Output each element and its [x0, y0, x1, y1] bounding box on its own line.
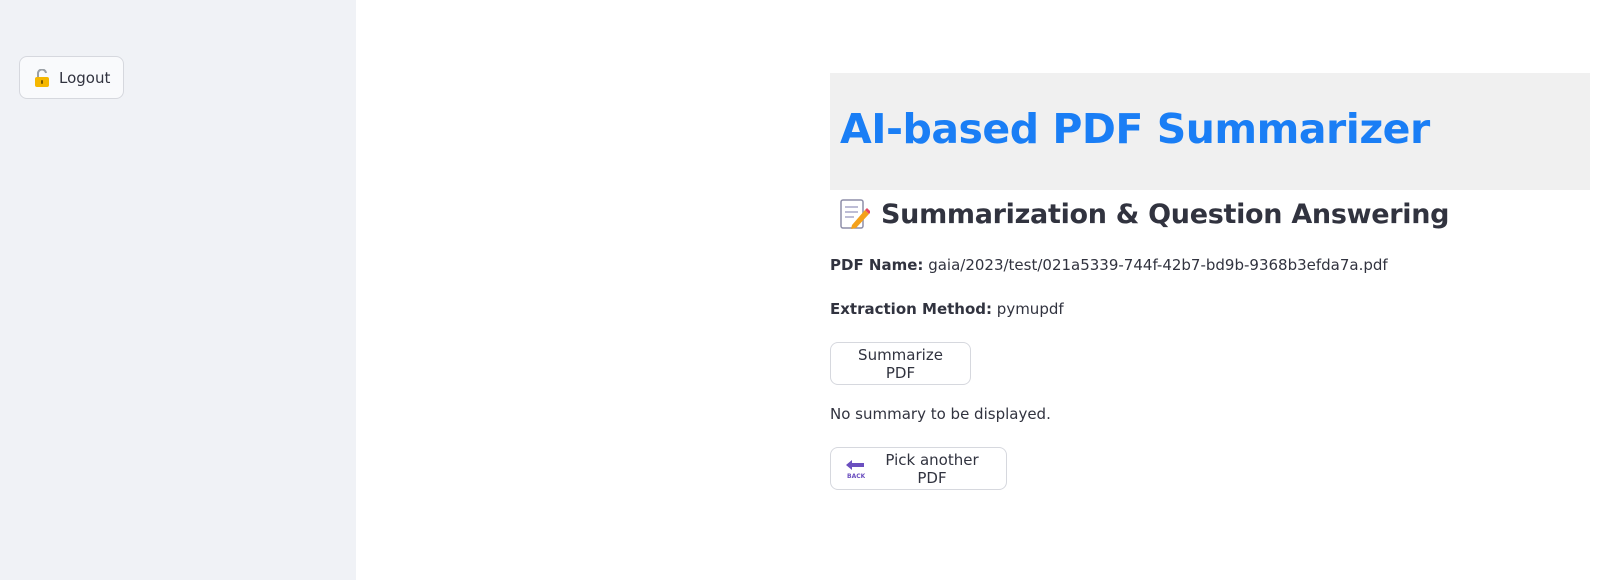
memo-icon — [838, 197, 871, 231]
extraction-method-value: pymupdf — [996, 300, 1064, 318]
summarize-pdf-label: Summarize PDF — [858, 345, 943, 382]
pdf-name-label: PDF Name: — [830, 256, 924, 274]
extraction-method-line: Extraction Method: pymupdf — [830, 300, 1064, 318]
app-root: Logout AI-based PDF Summarizer Summariza… — [0, 0, 1600, 580]
sidebar: Logout — [0, 0, 356, 580]
page-title: AI-based PDF Summarizer — [840, 105, 1430, 153]
summarize-pdf-button[interactable]: Summarize PDF — [830, 342, 971, 385]
section-header: Summarization & Question Answering — [838, 197, 1450, 231]
unlocked-padlock-icon — [34, 68, 50, 87]
logout-label: Logout — [59, 68, 111, 87]
pick-another-pdf-label: Pick another PDF — [885, 450, 979, 487]
pdf-name-value: gaia/2023/test/021a5339-744f-42b7-bd9b-9… — [928, 256, 1388, 274]
no-summary-message: No summary to be displayed. — [830, 405, 1051, 423]
title-banner: AI-based PDF Summarizer — [830, 73, 1590, 190]
back-arrow-icon: BACK — [845, 459, 866, 480]
extraction-method-label: Extraction Method: — [830, 300, 993, 318]
section-title: Summarization & Question Answering — [881, 198, 1450, 230]
svg-text:BACK: BACK — [847, 473, 865, 479]
logout-button[interactable]: Logout — [19, 56, 124, 99]
pick-another-pdf-button[interactable]: BACK Pick another PDF — [830, 447, 1007, 490]
pdf-name-line: PDF Name: gaia/2023/test/021a5339-744f-4… — [830, 256, 1388, 274]
